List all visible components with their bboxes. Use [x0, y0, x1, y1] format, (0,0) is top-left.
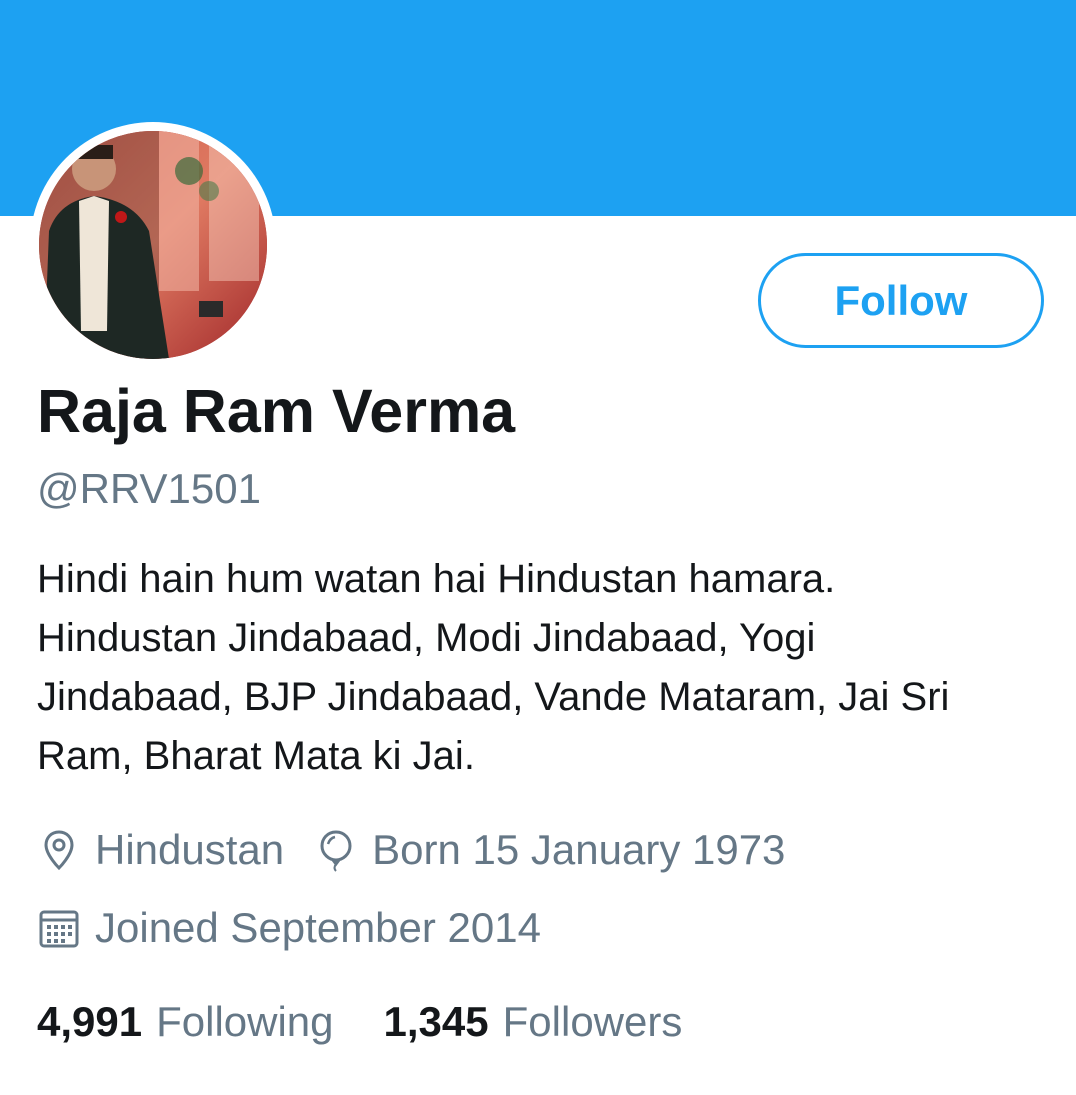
birthday-text: Born 15 January 1973 [372, 826, 786, 873]
following-stat[interactable]: 4,991 Following [37, 998, 334, 1046]
bio-line: Hindi hain hum watan hai Hindustan hamar… [37, 557, 836, 601]
joined-item: Joined September 2014 [37, 904, 541, 952]
profile-handle: @RRV1501 [37, 465, 261, 512]
bio-line: Ram, Bharat Mata ki Jai. [37, 734, 475, 778]
follow-button[interactable]: Follow [758, 253, 1044, 348]
profile-page: Follow Raja Ram Verma @RRV1501 Hindi hai… [0, 0, 1076, 1095]
avatar-photo [39, 131, 267, 359]
following-label: Following [156, 998, 334, 1045]
followers-label: Followers [502, 998, 683, 1045]
followers-count: 1,345 [383, 998, 489, 1045]
location-pin-icon [37, 828, 81, 872]
bio-line: Jindabaad, BJP Jindabaad, Vande Mataram,… [37, 675, 950, 719]
profile-bio: Hindi hain hum watan hai Hindustan hamar… [37, 550, 1057, 786]
balloon-icon [314, 828, 358, 872]
profile-stats: 4,991 Following 1,345 Followers [37, 998, 732, 1046]
avatar[interactable] [39, 131, 267, 359]
bio-line: Hindustan Jindabaad, Modi Jindabaad, Yog… [37, 616, 816, 660]
followers-stat[interactable]: 1,345 Followers [384, 998, 683, 1046]
profile-name: Raja Ram Verma [37, 377, 516, 445]
joined-text: Joined September 2014 [95, 904, 541, 951]
birthday-item: Born 15 January 1973 [314, 826, 785, 874]
calendar-icon [37, 906, 81, 950]
location-text: Hindustan [95, 826, 285, 873]
profile-meta-row: Hindustan Born 15 January 1973 [37, 826, 815, 874]
location-item: Hindustan [37, 826, 284, 874]
following-count: 4,991 [37, 998, 143, 1045]
profile-meta-row: Joined September 2014 [37, 904, 571, 952]
